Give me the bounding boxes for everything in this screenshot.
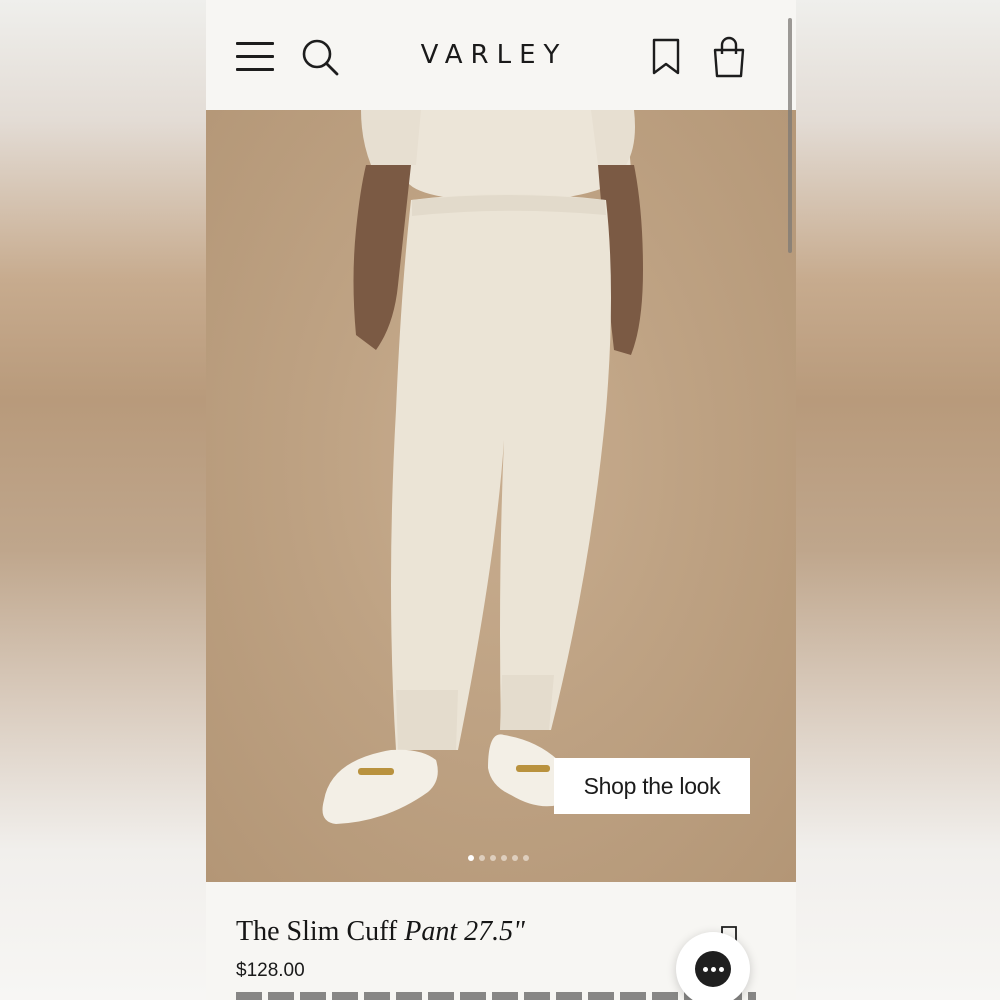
- chat-icon: [695, 951, 731, 987]
- brand-logo[interactable]: VARLEY: [414, 38, 574, 72]
- site-header: VARLEY: [206, 0, 796, 111]
- scrollbar[interactable]: [788, 18, 792, 253]
- carousel-dot[interactable]: [501, 855, 507, 861]
- carousel-dot[interactable]: [512, 855, 518, 861]
- carousel-dot[interactable]: [479, 855, 485, 861]
- chat-button[interactable]: [676, 932, 750, 1000]
- product-price: $128.00: [236, 960, 305, 981]
- mobile-screen: VARLEY Shop the look The Slim Cuff Pant …: [206, 0, 796, 1000]
- bookmark-icon[interactable]: [651, 38, 681, 76]
- carousel-dot[interactable]: [490, 855, 496, 861]
- product-title: The Slim Cuff Pant 27.5": [236, 916, 525, 948]
- carousel-dot[interactable]: [523, 855, 529, 861]
- menu-icon[interactable]: [236, 40, 274, 74]
- bag-icon[interactable]: [712, 36, 746, 78]
- product-hero-image[interactable]: Shop the look: [206, 110, 796, 882]
- product-description-partial: [236, 992, 756, 1000]
- product-title-main: The Slim Cuff: [236, 916, 405, 947]
- carousel-dots[interactable]: [468, 855, 529, 863]
- search-icon[interactable]: [301, 38, 341, 78]
- shop-the-look-button[interactable]: Shop the look: [554, 758, 750, 814]
- product-info: The Slim Cuff Pant 27.5" $128.00: [206, 882, 796, 1000]
- carousel-dot[interactable]: [468, 855, 474, 861]
- product-title-italic: Pant 27.5": [404, 916, 525, 947]
